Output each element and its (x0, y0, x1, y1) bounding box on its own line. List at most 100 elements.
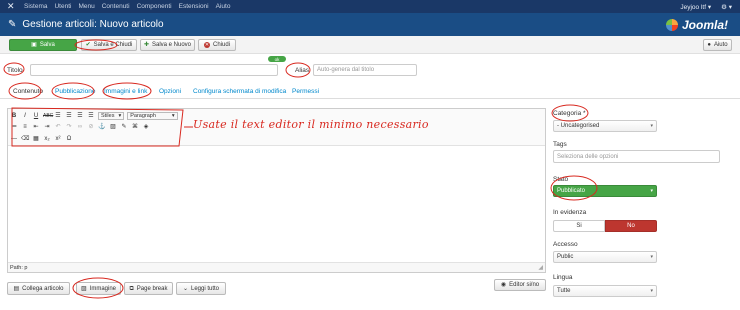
plus-icon: ✚ (143, 42, 149, 48)
help-button[interactable]: ● Aiuto (703, 39, 732, 51)
align-left-icon[interactable]: ☰ (54, 112, 62, 120)
article-tabs: Contenuto Pubblicazione Immagini e link … (0, 83, 740, 99)
featured-yes[interactable]: Si (553, 220, 605, 232)
menu-estensioni[interactable]: Estensioni (179, 3, 209, 10)
editor-annotation-note: Usate il text editor il minimo necessari… (193, 118, 429, 131)
redo-icon[interactable]: ↷ (65, 123, 73, 131)
user-menu[interactable]: Jeyjoo ltf ▾ (680, 3, 711, 11)
menu-menu[interactable]: Menu (78, 3, 94, 10)
style-select[interactable]: Stiles ▾ (98, 111, 125, 120)
alias-label: Alias (295, 67, 310, 74)
indent-icon[interactable]: ⇥ (43, 123, 51, 131)
editor-path: Path: p (8, 262, 545, 272)
menu-utenti[interactable]: Utenti (54, 3, 71, 10)
featured-label: In evidenza (553, 209, 587, 216)
category-label: Categoria * (553, 110, 586, 117)
state-select[interactable]: Pubblicato ▾ (553, 185, 657, 197)
access-select[interactable]: Public ▾ (553, 251, 657, 263)
pagebreak-button[interactable]: ⧉ Page break (124, 282, 173, 295)
picture-icon: ▨ (80, 285, 87, 292)
tags-label: Tags (553, 141, 567, 148)
title-input[interactable] (30, 64, 278, 76)
page-title: ✎ Gestione articoli: Nuovo articolo (8, 13, 164, 36)
html-icon[interactable]: ◈ (142, 123, 150, 131)
editor-toolbar-row-1: B I U ABC ☰ ☰ ☰ ☰ Stiles ▾ Paragraph ▾ (10, 111, 178, 120)
tab-permessi[interactable]: Permessi (292, 83, 319, 99)
editor-toolbar-row-2: ≔ ≡ ⇤ ⇥ ↶ ↷ ∞ ⊘ ⚓ ▨ ✎ ⌘ ◈ (10, 122, 150, 131)
access-label: Accesso (553, 241, 578, 248)
tab-configura[interactable]: Configura schermata di modifica (193, 83, 286, 99)
horizontal-rule-icon[interactable]: — (10, 135, 18, 143)
code-icon[interactable]: ⌘ (131, 123, 139, 131)
copy-icon: ⧉ (129, 285, 134, 292)
bold-icon[interactable]: B (10, 112, 18, 120)
align-justify-icon[interactable]: ☰ (87, 112, 95, 120)
remove-format-icon[interactable]: ⌫ (21, 135, 29, 143)
save-button[interactable]: ▣ Salva (9, 39, 77, 51)
joomla-logo: Joomla! (665, 13, 728, 36)
cleanup-icon[interactable]: ✎ (120, 123, 128, 131)
visual-aid-icon[interactable]: ▦ (32, 135, 40, 143)
tab-immagini[interactable]: Immagini e link (104, 83, 147, 99)
category-select[interactable]: - Uncategorised ▾ (553, 120, 657, 132)
tab-opzioni[interactable]: Opzioni (159, 83, 181, 99)
pencil-icon: ✎ (8, 19, 17, 30)
menu-contenuti[interactable]: Contenuti (102, 3, 130, 10)
tags-input[interactable]: Seleziona delle opzioni (553, 150, 720, 163)
action-toolbar: ▣ Salva ✔ Salva e Chiudi ✚ Salva e Nuovo… (0, 36, 740, 54)
anchor-icon[interactable]: ⚓ (98, 123, 106, 131)
close-button[interactable]: ✕ Chiudi (198, 39, 236, 51)
language-label: Lingua (553, 274, 573, 281)
image-button[interactable]: ▨ Immagine (76, 282, 121, 295)
menu-aiuto[interactable]: Aiuto (216, 3, 231, 10)
tab-pubblicazione[interactable]: Pubblicazione (55, 83, 95, 99)
save-close-button[interactable]: ✔ Salva e Chiudi (81, 39, 137, 51)
resize-grip-icon[interactable]: ◢ (538, 264, 543, 271)
image-icon[interactable]: ▨ (109, 123, 117, 131)
page-title-text: Gestione articoli: Nuovo articolo (22, 19, 164, 30)
article-button[interactable]: ▤ Collega articolo (7, 282, 70, 295)
check-icon: ✔ (85, 42, 91, 48)
user-area: Jeyjoo ltf ▾ ⚙ ▾ (680, 0, 732, 13)
outdent-icon[interactable]: ⇤ (32, 123, 40, 131)
undo-icon[interactable]: ↶ (54, 123, 62, 131)
status-pill: ok (268, 56, 286, 62)
tab-contenuto[interactable]: Contenuto (13, 83, 43, 99)
editor-toolbar-row-3: — ⌫ ▦ x₂ x² Ω (10, 134, 73, 143)
bullet-list-icon[interactable]: ≔ (10, 123, 18, 131)
menu-sistema[interactable]: Sistema (24, 3, 47, 10)
superscript-icon[interactable]: x² (54, 135, 62, 143)
menu-componenti[interactable]: Componenti (137, 3, 172, 10)
joomla-x-icon[interactable]: ✕ (7, 2, 15, 11)
underline-icon[interactable]: U (32, 112, 40, 120)
language-select[interactable]: Tutte ▾ (553, 285, 657, 297)
format-select[interactable]: Paragraph ▾ (127, 111, 178, 120)
toggle-editor-button[interactable]: ◉ Editor si/no (494, 279, 546, 291)
special-char-icon[interactable]: Ω (65, 135, 73, 143)
subscript-icon[interactable]: x₂ (43, 135, 51, 143)
readmore-button[interactable]: ⌄ Leggi tutto (176, 282, 226, 295)
featured-no[interactable]: No (605, 220, 657, 232)
save-icon: ▣ (31, 42, 37, 48)
help-icon: ● (707, 42, 711, 48)
main-menu: Sistema Utenti Menu Contenuti Componenti… (24, 0, 230, 13)
alias-input[interactable]: Auto-genera dal titolo (313, 64, 417, 76)
italic-icon[interactable]: I (21, 112, 29, 120)
chevron-down-icon: ▾ (650, 123, 653, 129)
align-right-icon[interactable]: ☰ (76, 112, 84, 120)
align-center-icon[interactable]: ☰ (65, 112, 73, 120)
chevron-down-icon: ▾ (650, 288, 653, 294)
save-new-button[interactable]: ✚ Salva e Nuovo (140, 39, 195, 51)
state-label: Stato (553, 176, 569, 183)
link-icon[interactable]: ∞ (76, 123, 84, 131)
chevron-down-icon: ▾ (650, 254, 653, 260)
page-header: ✎ Gestione articoli: Nuovo articolo Joom… (0, 13, 740, 36)
eye-icon: ◉ (500, 282, 507, 288)
settings-menu[interactable]: ⚙ ▾ (721, 3, 732, 11)
text-editor[interactable]: B I U ABC ☰ ☰ ☰ ☰ Stiles ▾ Paragraph ▾ ≔ ≡… (7, 108, 546, 273)
title-label: Titolo (7, 67, 23, 74)
numbered-list-icon[interactable]: ≡ (21, 123, 29, 131)
strikethrough-icon[interactable]: ABC (43, 112, 53, 120)
featured-toggle[interactable]: Si No (553, 220, 657, 232)
unlink-icon[interactable]: ⊘ (87, 123, 95, 131)
